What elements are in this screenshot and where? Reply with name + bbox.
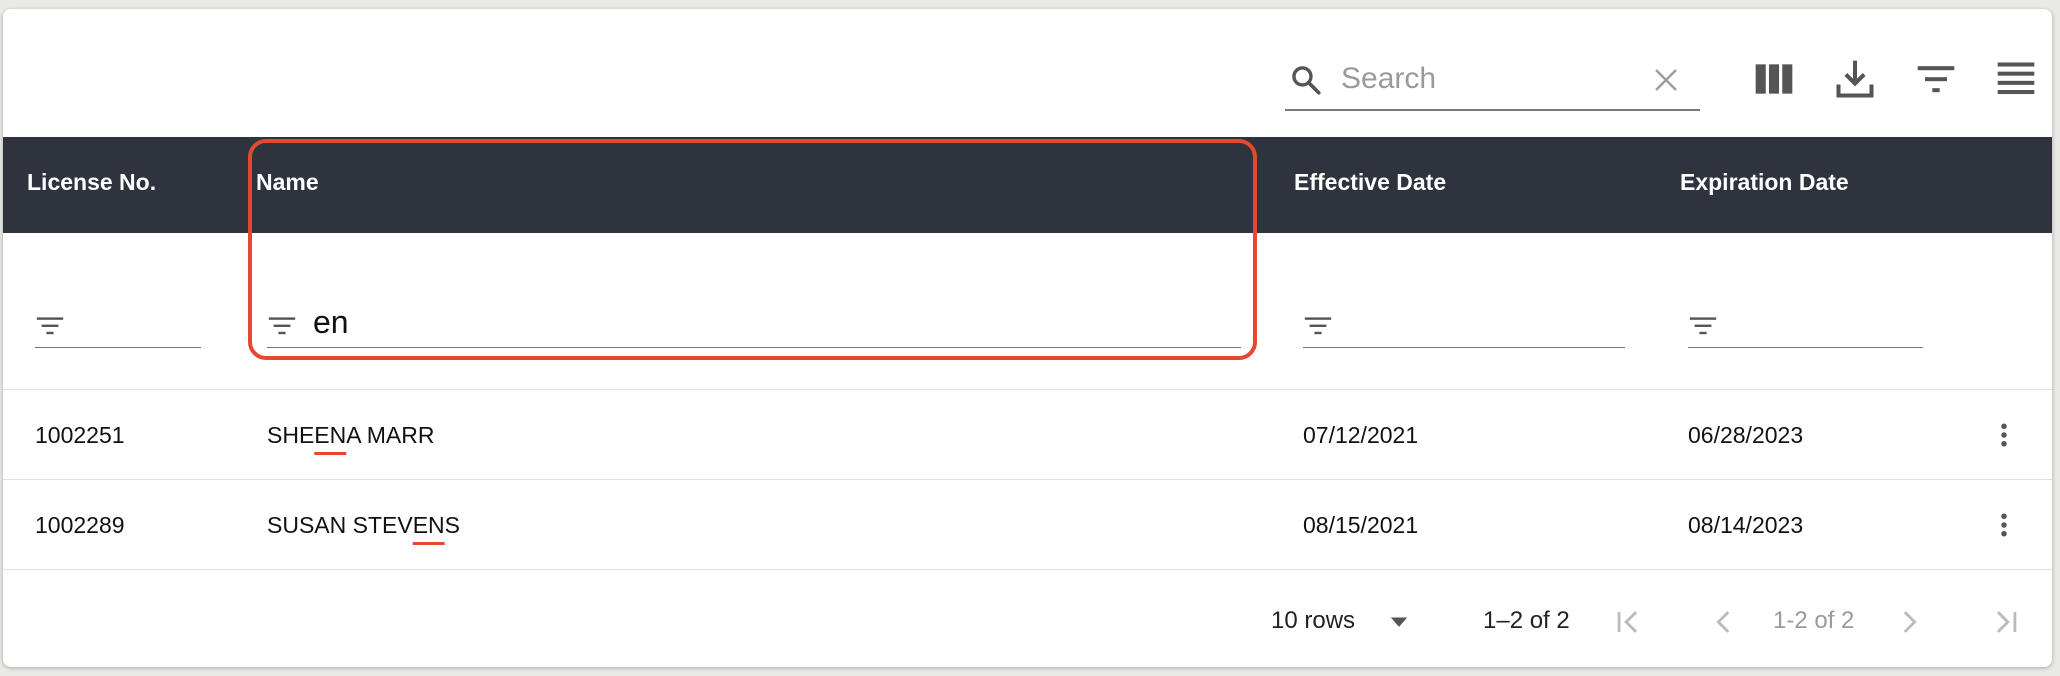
download-icon[interactable] xyxy=(1833,57,1877,101)
filter-row xyxy=(3,233,2052,390)
filter-effective-date-input[interactable] xyxy=(1349,303,1609,341)
cell-license: 1002289 xyxy=(35,512,125,538)
table-header: License No. Name Effective Date Expirati… xyxy=(3,137,2052,233)
more-vert-icon[interactable] xyxy=(1989,508,2019,542)
name-text: S xyxy=(444,512,461,538)
cell-license: 1002251 xyxy=(35,422,125,448)
search-icon xyxy=(1292,66,1321,95)
search-field xyxy=(1285,51,1700,111)
filter-license xyxy=(35,299,201,348)
name-match-highlight: EN xyxy=(412,512,445,538)
next-page-icon[interactable] xyxy=(1892,605,1926,639)
density-icon[interactable] xyxy=(1994,57,2038,101)
name-match-highlight: EN xyxy=(314,422,347,448)
table-row[interactable]: 1002289 SUSAN STEVENS 08/15/2021 08/14/2… xyxy=(3,480,2052,570)
column-header-name[interactable]: Name xyxy=(256,169,319,196)
clear-icon[interactable] xyxy=(1651,65,1681,95)
filter-license-input[interactable] xyxy=(81,303,191,341)
cell-name: SUSAN STEVENS xyxy=(267,512,460,539)
table-card: License No. Name Effective Date Expirati… xyxy=(3,9,2052,667)
name-text: A MARR xyxy=(346,422,435,448)
pagination-footer: 10 rows 1–2 of 2 1-2 of 2 xyxy=(3,569,2052,667)
rows-per-page-select[interactable]: 10 rows xyxy=(1271,607,1355,635)
previous-page-icon[interactable] xyxy=(1707,605,1741,639)
filter-expiration-date-input[interactable] xyxy=(1734,303,1914,341)
name-text: SHE xyxy=(267,422,315,448)
view-columns-icon[interactable] xyxy=(1752,57,1796,101)
filter-icon xyxy=(36,317,64,335)
search-input[interactable] xyxy=(1341,59,1641,99)
column-header-expiration-date[interactable]: Expiration Date xyxy=(1680,169,1849,196)
column-header-effective-date[interactable]: Effective Date xyxy=(1294,169,1446,196)
last-page-icon[interactable] xyxy=(1988,605,2022,639)
page-indicator: 1-2 of 2 xyxy=(1773,607,1855,634)
table-row[interactable]: 1002251 SHEENA MARR 07/12/2021 06/28/202… xyxy=(3,390,2052,480)
arrow-drop-down-icon[interactable] xyxy=(1385,607,1413,635)
filter-expiration-date xyxy=(1688,299,1923,348)
filter-list-icon[interactable] xyxy=(1914,57,1958,101)
filter-icon xyxy=(268,317,296,335)
filter-name xyxy=(267,299,1241,348)
filter-effective-date xyxy=(1303,299,1625,348)
cell-expiration-date: 08/14/2023 xyxy=(1688,512,1804,538)
cell-name: SHEENA MARR xyxy=(267,422,434,449)
filter-icon xyxy=(1304,317,1332,335)
more-vert-icon[interactable] xyxy=(1989,418,2019,452)
first-page-icon[interactable] xyxy=(1612,605,1646,639)
filter-icon xyxy=(1689,317,1717,335)
cell-effective-date: 07/12/2021 xyxy=(1303,422,1419,448)
filter-name-input[interactable] xyxy=(313,303,1213,341)
cell-expiration-date: 06/28/2023 xyxy=(1688,422,1804,448)
column-header-license[interactable]: License No. xyxy=(27,169,156,196)
cell-effective-date: 08/15/2021 xyxy=(1303,512,1419,538)
name-text: SUSAN STEV xyxy=(267,512,413,538)
pagination-range: 1–2 of 2 xyxy=(1483,607,1570,634)
